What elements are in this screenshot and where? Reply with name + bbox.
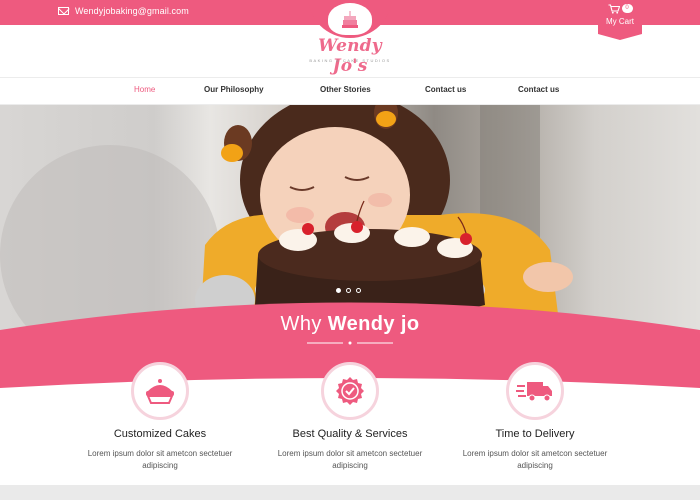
logo-cake-icon: [342, 11, 358, 28]
shopping-cart-icon: [608, 3, 620, 14]
feature-description: Lorem ipsum dolor sit ametcon sectetuer …: [277, 449, 423, 470]
mail-icon: [58, 7, 69, 15]
cake-icon: [146, 379, 174, 404]
delivery-truck-icon: [516, 382, 552, 402]
footer-strip: [0, 485, 700, 500]
why-title-bold: Wendy jo: [327, 313, 420, 335]
logo-title: Wendy Jo's: [318, 36, 382, 76]
why-title: Why Wendy jo: [0, 313, 700, 336]
nav-item-our-philosophy[interactable]: Our Philosophy: [204, 85, 264, 94]
nav-item-contact-us-2[interactable]: Contact us: [518, 85, 559, 94]
brand-logo[interactable]: Wendy Jo's BAKING & CAKE STUDIOS: [300, 0, 400, 76]
feature-time-to-delivery: Time to Delivery Lorem ipsum dolor sit a…: [450, 362, 620, 472]
nav-item-home[interactable]: Home: [134, 85, 155, 94]
feature-title: Best Quality & Services: [292, 428, 408, 440]
why-title-prefix: Why: [280, 313, 328, 335]
why-divider: [307, 341, 393, 345]
cart-button[interactable]: 0 My Cart: [598, 0, 642, 40]
logo-subtitle: BAKING & CAKE STUDIOS: [309, 58, 391, 63]
feature-best-quality: Best Quality & Services Lorem ipsum dolo…: [265, 362, 435, 472]
badge-check-icon: [336, 377, 364, 405]
cart-label: My Cart: [606, 17, 634, 26]
email-contact[interactable]: Wendyjobaking@gmail.com: [58, 6, 189, 16]
feature-title: Time to Delivery: [495, 428, 575, 440]
feature-icon-circle: [506, 362, 564, 420]
cart-count-badge: 0: [621, 4, 633, 13]
nav-item-other-stories[interactable]: Other Stories: [320, 85, 371, 94]
feature-description: Lorem ipsum dolor sit ametcon sectetuer …: [462, 449, 608, 470]
email-address[interactable]: Wendyjobaking@gmail.com: [75, 6, 189, 16]
feature-customized-cakes: Customized Cakes Lorem ipsum dolor sit a…: [75, 362, 245, 472]
nav-item-contact-us[interactable]: Contact us: [425, 85, 466, 94]
feature-icon-circle: [321, 362, 379, 420]
feature-title: Customized Cakes: [113, 428, 207, 440]
feature-icon-circle: [131, 362, 189, 420]
main-nav: Home Our Philosophy Other Stories Contac…: [0, 77, 700, 105]
feature-description: Lorem ipsum dolor sit ametcon sectetuer …: [87, 449, 233, 470]
